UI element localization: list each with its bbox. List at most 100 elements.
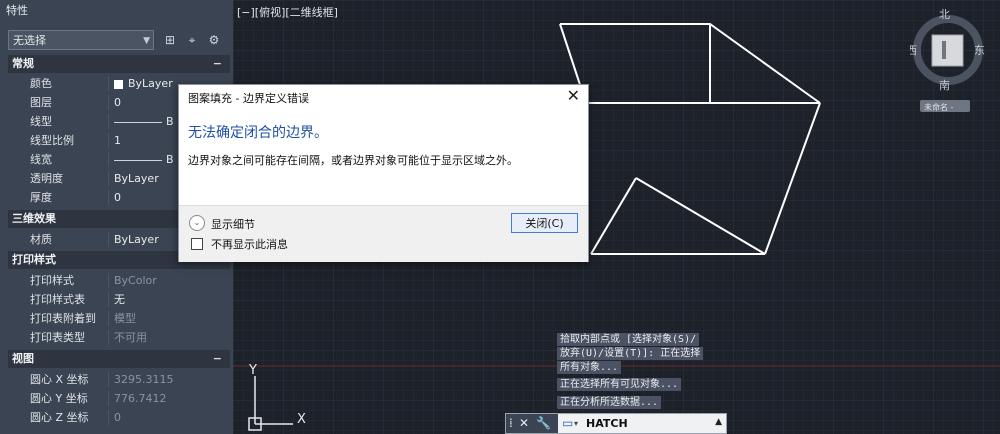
command-input[interactable]: HATCH — [586, 417, 628, 430]
prop-value: B — [166, 115, 174, 128]
dialog-heading: 无法确定闭合的边界。 — [188, 125, 328, 141]
divider — [108, 311, 109, 326]
prop-label: 打印样式表 — [30, 293, 85, 306]
command-history-line: 所有对象... — [557, 361, 622, 374]
close-button[interactable]: 关闭(C) — [511, 213, 578, 233]
prop-value: 3295.3115 — [114, 373, 174, 386]
divider — [108, 372, 109, 387]
prop-label: 圆心 Y 坐标 — [30, 392, 88, 405]
dialog-footer: ⌄ 显示细节 关闭(C) 不再显示此消息 — [179, 205, 588, 262]
compass-north[interactable]: 北 — [939, 8, 950, 21]
prop-value: 不可用 — [114, 331, 147, 344]
divider — [108, 292, 109, 307]
viewport-controls-label[interactable]: [−][俯视][二维线框] — [237, 4, 338, 20]
quick-select-icon[interactable]: ⚙ — [206, 32, 222, 48]
selection-dropdown[interactable]: 无选择 ▼ — [8, 30, 154, 50]
divider — [108, 273, 109, 288]
prop-value: 无 — [114, 293, 125, 306]
chevron-down-icon: ▼ — [143, 36, 150, 46]
prop-label: 圆心 X 坐标 — [30, 373, 89, 386]
close-icon[interactable]: ✕ — [567, 86, 580, 106]
prop-label: 颜色 — [30, 77, 52, 90]
wcs-menu[interactable]: 未命名 - — [924, 102, 954, 112]
prop-row-center-x[interactable]: 圆心 X 坐标 3295.3115 — [8, 370, 230, 389]
prop-value: ByColor — [114, 274, 157, 287]
grip-icon[interactable]: ⁞ — [509, 416, 513, 431]
prop-value: 0 — [114, 191, 121, 204]
select-objects-icon[interactable]: ⌖ — [184, 32, 200, 48]
prop-value: 0 — [114, 411, 121, 424]
prop-label: 图层 — [30, 96, 52, 109]
compass-west[interactable]: 西 — [910, 44, 917, 57]
dont-show-label[interactable]: 不再显示此消息 — [211, 236, 288, 252]
recent-commands-icon[interactable]: ▭ — [562, 416, 573, 431]
prop-value: 1 — [114, 134, 121, 147]
divider — [108, 114, 109, 129]
dialog-title: 图案填充 - 边界定义错误 — [188, 92, 309, 105]
prop-row-plot-table[interactable]: 打印样式表 无 — [8, 290, 230, 309]
prop-value: 0 — [114, 96, 121, 109]
divider — [108, 95, 109, 110]
prop-row-plot-style[interactable]: 打印样式 ByColor — [8, 271, 230, 290]
command-line[interactable]: ⁞ ✕ 🔧 ▭ ▾ HATCH ▲ — [505, 413, 727, 434]
command-history-line: 正在选择所有可见对象... — [557, 378, 682, 391]
divider — [108, 391, 109, 406]
divider — [108, 76, 109, 91]
prop-row-center-y[interactable]: 圆心 Y 坐标 776.7412 — [8, 389, 230, 408]
command-history-line: 拾取内部点或 [选择对象(S)/ — [557, 333, 700, 346]
prop-label: 圆心 Z 坐标 — [30, 411, 89, 424]
ucs-x-label: X — [297, 412, 306, 427]
prop-row-plot-attached[interactable]: 打印表附着到 模型 — [8, 309, 230, 328]
prop-label: 透明度 — [30, 172, 63, 185]
prop-value: ByLayer — [128, 77, 173, 90]
section-plot-label: 打印样式 — [12, 253, 56, 266]
prop-label: 线型比例 — [30, 134, 74, 147]
compass-south[interactable]: 南 — [939, 79, 950, 92]
command-history-line: 放弃(U)/设置(T)]: 正在选择 — [557, 347, 704, 360]
chevron-down-icon[interactable]: ⌄ — [189, 215, 205, 231]
prop-label: 打印样式 — [30, 274, 74, 287]
prop-label: 打印表类型 — [30, 331, 85, 344]
hatch-boundary-error-dialog: 图案填充 - 边界定义错误 ✕ 无法确定闭合的边界。 边界对象之间可能存在间隔，… — [178, 84, 589, 262]
dont-show-checkbox[interactable] — [191, 238, 203, 250]
ucs-y-label: Y — [248, 363, 257, 378]
selection-row: 无选择 ▼ ⊞ ⌖ ⚙ — [8, 30, 230, 52]
divider — [108, 171, 109, 186]
prop-label: 材质 — [30, 233, 52, 246]
prop-label: 线宽 — [30, 153, 52, 166]
prop-row-center-z[interactable]: 圆心 Z 坐标 0 — [8, 408, 230, 427]
toggle-pickadd-icon[interactable]: ⊞ — [162, 32, 178, 48]
chevron-up-icon[interactable]: ▲ — [715, 417, 722, 427]
selection-value: 无选择 — [13, 34, 46, 47]
prop-value: ByLayer — [114, 172, 159, 185]
collapse-icon[interactable]: − — [213, 55, 222, 73]
line-sample — [114, 159, 162, 161]
divider — [108, 190, 109, 205]
section-general[interactable]: 常规 − — [8, 55, 230, 73]
collapse-icon[interactable]: − — [213, 350, 222, 368]
prop-value: 模型 — [114, 312, 136, 325]
close-icon[interactable]: ✕ — [519, 416, 529, 431]
prop-row-plot-type[interactable]: 打印表类型 不可用 — [8, 328, 230, 347]
line-sample — [114, 121, 162, 123]
show-details-toggle[interactable]: 显示细节 — [211, 216, 255, 232]
prop-label: 厚度 — [30, 191, 52, 204]
chevron-down-icon[interactable]: ▾ — [574, 416, 578, 431]
command-history-line: 正在分析所选数据... — [557, 396, 662, 409]
dialog-message: 边界对象之间可能存在间隔，或者边界对象可能位于显示区域之外。 — [188, 154, 518, 167]
viewcube[interactable]: 北 南 东 西 未命名 - — [910, 6, 996, 112]
command-line-tools: ⁞ ✕ 🔧 — [506, 414, 558, 433]
prop-value: ByLayer — [114, 233, 159, 246]
section-view[interactable]: 视图 − — [8, 350, 230, 368]
prop-value: B — [166, 153, 174, 166]
section-general-label: 常规 — [12, 57, 34, 70]
divider — [108, 152, 109, 167]
section-3d-label: 三维效果 — [12, 212, 56, 225]
wrench-icon[interactable]: 🔧 — [536, 416, 551, 431]
divider — [108, 410, 109, 425]
section-view-label: 视图 — [12, 352, 34, 365]
prop-label: 打印表附着到 — [30, 312, 96, 325]
prop-label: 线型 — [30, 115, 52, 128]
compass-east[interactable]: 东 — [974, 44, 985, 57]
palette-title: 特性 — [0, 0, 233, 22]
